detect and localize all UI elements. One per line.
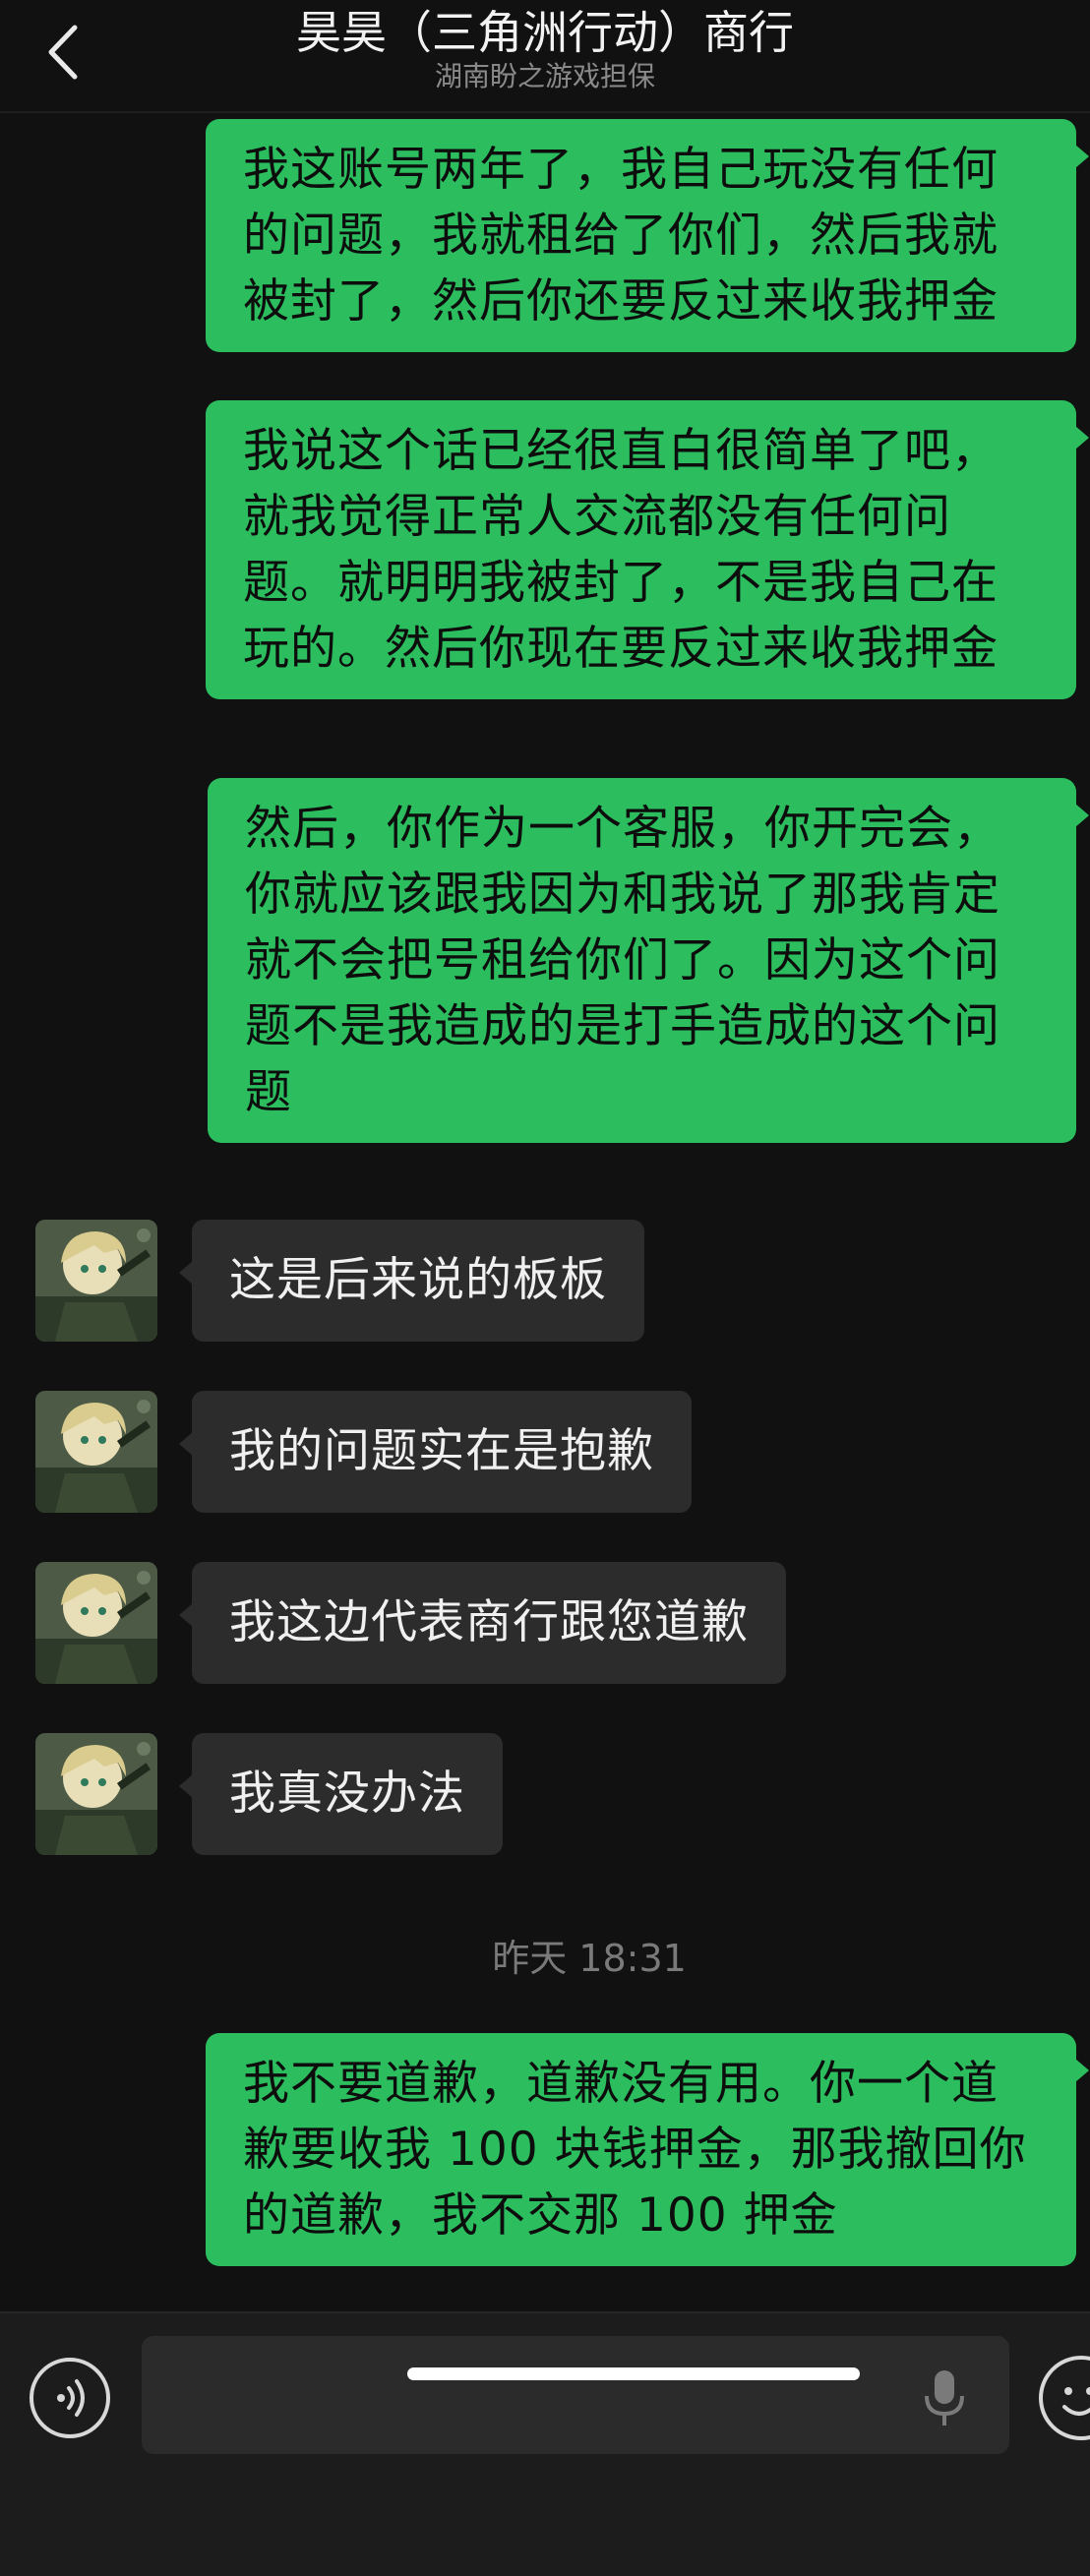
home-indicator xyxy=(407,2367,860,2380)
message-input-bar xyxy=(0,2311,1090,2576)
emoji-button[interactable] xyxy=(1039,2356,1090,2440)
message-timestamp: 昨天 18:31 xyxy=(492,1937,687,1980)
microphone-button[interactable] xyxy=(917,2366,972,2429)
message-list[interactable]: 我这账号两年了，我自己玩没有任何的问题，我就租给了你们，然后我就被封了，然后你还… xyxy=(0,113,1090,2311)
incoming-message[interactable]: 我真没办法 xyxy=(179,1733,503,1855)
chat-title[interactable]: 昊昊（三角洲行动）商行 xyxy=(0,4,1090,61)
message-text-input[interactable] xyxy=(142,2336,1009,2454)
avatar-image xyxy=(35,1733,157,1855)
avatar-image xyxy=(35,1220,157,1342)
contact-avatar[interactable] xyxy=(35,1733,157,1855)
outgoing-message[interactable]: 然后，你作为一个客服，你开完会，你就应该跟我因为和我说了那我肯定就不会把号租给你… xyxy=(208,778,1089,1143)
voice-icon xyxy=(57,2379,85,2417)
chat-subtitle: 湖南盼之游戏担保 xyxy=(434,60,655,92)
microphone-icon xyxy=(925,2370,964,2426)
emoji-icon xyxy=(1062,2387,1090,2416)
outgoing-message[interactable]: 我不要道歉，道歉没有用。你一个道歉要收我 100 块钱押金，那我撤回你的道歉，我… xyxy=(206,2033,1089,2266)
incoming-message[interactable]: 我这边代表商行跟您道歉 xyxy=(179,1562,786,1684)
voice-toggle-button[interactable] xyxy=(30,2358,110,2438)
contact-avatar[interactable] xyxy=(35,1391,157,1513)
incoming-message[interactable]: 这是后来说的板板 xyxy=(179,1220,644,1342)
avatar-image xyxy=(35,1391,157,1513)
chat-header: 昊昊（三角洲行动）商行 湖南盼之游戏担保 xyxy=(0,0,1090,113)
avatar-image xyxy=(35,1562,157,1684)
contact-avatar[interactable] xyxy=(35,1562,157,1684)
contact-avatar[interactable] xyxy=(35,1220,157,1342)
incoming-message[interactable]: 我的问题实在是抱歉 xyxy=(179,1391,692,1513)
outgoing-message[interactable]: 我说这个话已经很直白很简单了吧，就我觉得正常人交流都没有任何问题。就明明我被封了… xyxy=(206,400,1089,699)
outgoing-message[interactable]: 我这账号两年了，我自己玩没有任何的问题，我就租给了你们，然后我就被封了，然后你还… xyxy=(206,119,1089,352)
